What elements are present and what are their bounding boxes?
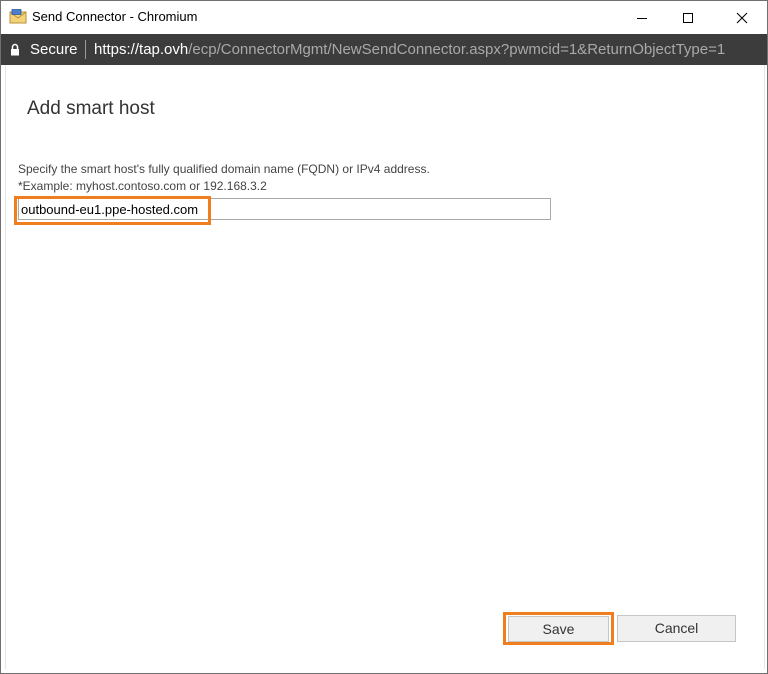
field-example: *Example: myhost.contoso.com or 192.168.… — [18, 179, 267, 193]
field-description: Specify the smart host's fully qualified… — [18, 162, 430, 176]
page-title: Add smart host — [27, 98, 155, 119]
mail-envelope-icon — [9, 9, 27, 25]
maximize-icon — [682, 12, 694, 24]
cancel-button[interactable]: Cancel — [617, 615, 736, 642]
lock-icon — [10, 43, 20, 56]
close-icon — [736, 12, 748, 24]
minimize-button[interactable] — [619, 1, 665, 34]
url-text[interactable]: https://tap.ovh/ecp/ConnectorMgmt/NewSen… — [94, 41, 725, 58]
fqdn-input[interactable] — [18, 198, 551, 220]
url-host: https://tap.ovh — [94, 41, 189, 58]
minimize-icon — [636, 12, 648, 24]
maximize-button[interactable] — [665, 1, 711, 34]
secure-label: Secure — [30, 41, 78, 58]
address-bar[interactable]: Secure https://tap.ovh/ecp/ConnectorMgmt… — [1, 34, 767, 65]
address-divider — [85, 40, 86, 59]
url-path: /ecp/ConnectorMgmt/NewSendConnector.aspx… — [188, 41, 726, 58]
page-content: Add smart host Specify the smart host's … — [1, 65, 767, 673]
browser-window: Send Connector - Chromium Secure https:/… — [0, 0, 768, 674]
close-button[interactable] — [719, 1, 765, 34]
content-frame — [5, 65, 765, 669]
window-title: Send Connector - Chromium — [32, 9, 198, 24]
save-button[interactable]: Save — [508, 616, 609, 642]
title-bar: Send Connector - Chromium — [1, 1, 767, 34]
